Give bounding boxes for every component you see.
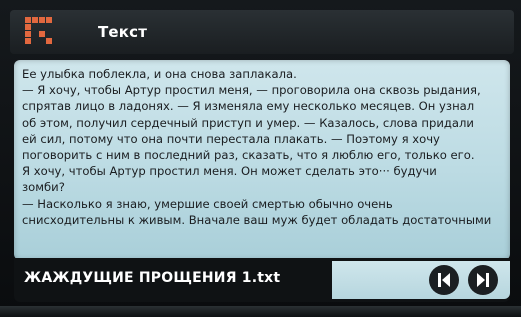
text-line: об этом, получил сердечный приступ и уме… xyxy=(22,115,474,130)
page-navigation xyxy=(332,261,510,299)
text-line: — Насколько я знаю, умершие своей смерть… xyxy=(22,196,393,211)
window-title: Текст xyxy=(98,23,148,41)
text-line: ей сил, потому что она почти перестала п… xyxy=(22,131,440,146)
device-bezel-bottom xyxy=(0,306,521,317)
text-line: Ее улыбка поблекла, и она снова заплакал… xyxy=(22,67,297,81)
app-logo-icon xyxy=(25,17,52,44)
next-page-button[interactable] xyxy=(468,265,498,295)
text-line: зомби? xyxy=(22,180,65,195)
text-reader-panel[interactable]: Ее улыбка поблекла, и она снова заплакал… xyxy=(14,60,510,260)
bottom-bar: ЖАЖДУЩИЕ ПРОЩЕНИЯ 1.txt xyxy=(14,258,510,302)
file-name: ЖАЖДУЩИЕ ПРОЩЕНИЯ 1.txt xyxy=(24,270,281,286)
text-content: Ее улыбка поблекла, и она снова заплакал… xyxy=(22,66,504,256)
text-line: спрятав лицо в ладонях. — Я изменяла ему… xyxy=(22,99,475,114)
text-line: — Я хочу, чтобы Артур простил меня, — пр… xyxy=(22,83,481,98)
title-bar: Текст xyxy=(10,10,514,54)
previous-page-button[interactable] xyxy=(429,265,459,295)
device-screen: Текст Ее улыбка поблекла, и она снова за… xyxy=(0,0,521,317)
text-line: поговорить с ним в последний раз, сказат… xyxy=(22,148,475,163)
next-page-icon xyxy=(477,273,489,287)
text-line: Я хочу, чтобы Артур простил меня. Он мож… xyxy=(22,164,437,179)
text-line: снисходительны к живым. Вначале ваш муж … xyxy=(22,212,492,227)
previous-page-icon xyxy=(438,273,450,287)
